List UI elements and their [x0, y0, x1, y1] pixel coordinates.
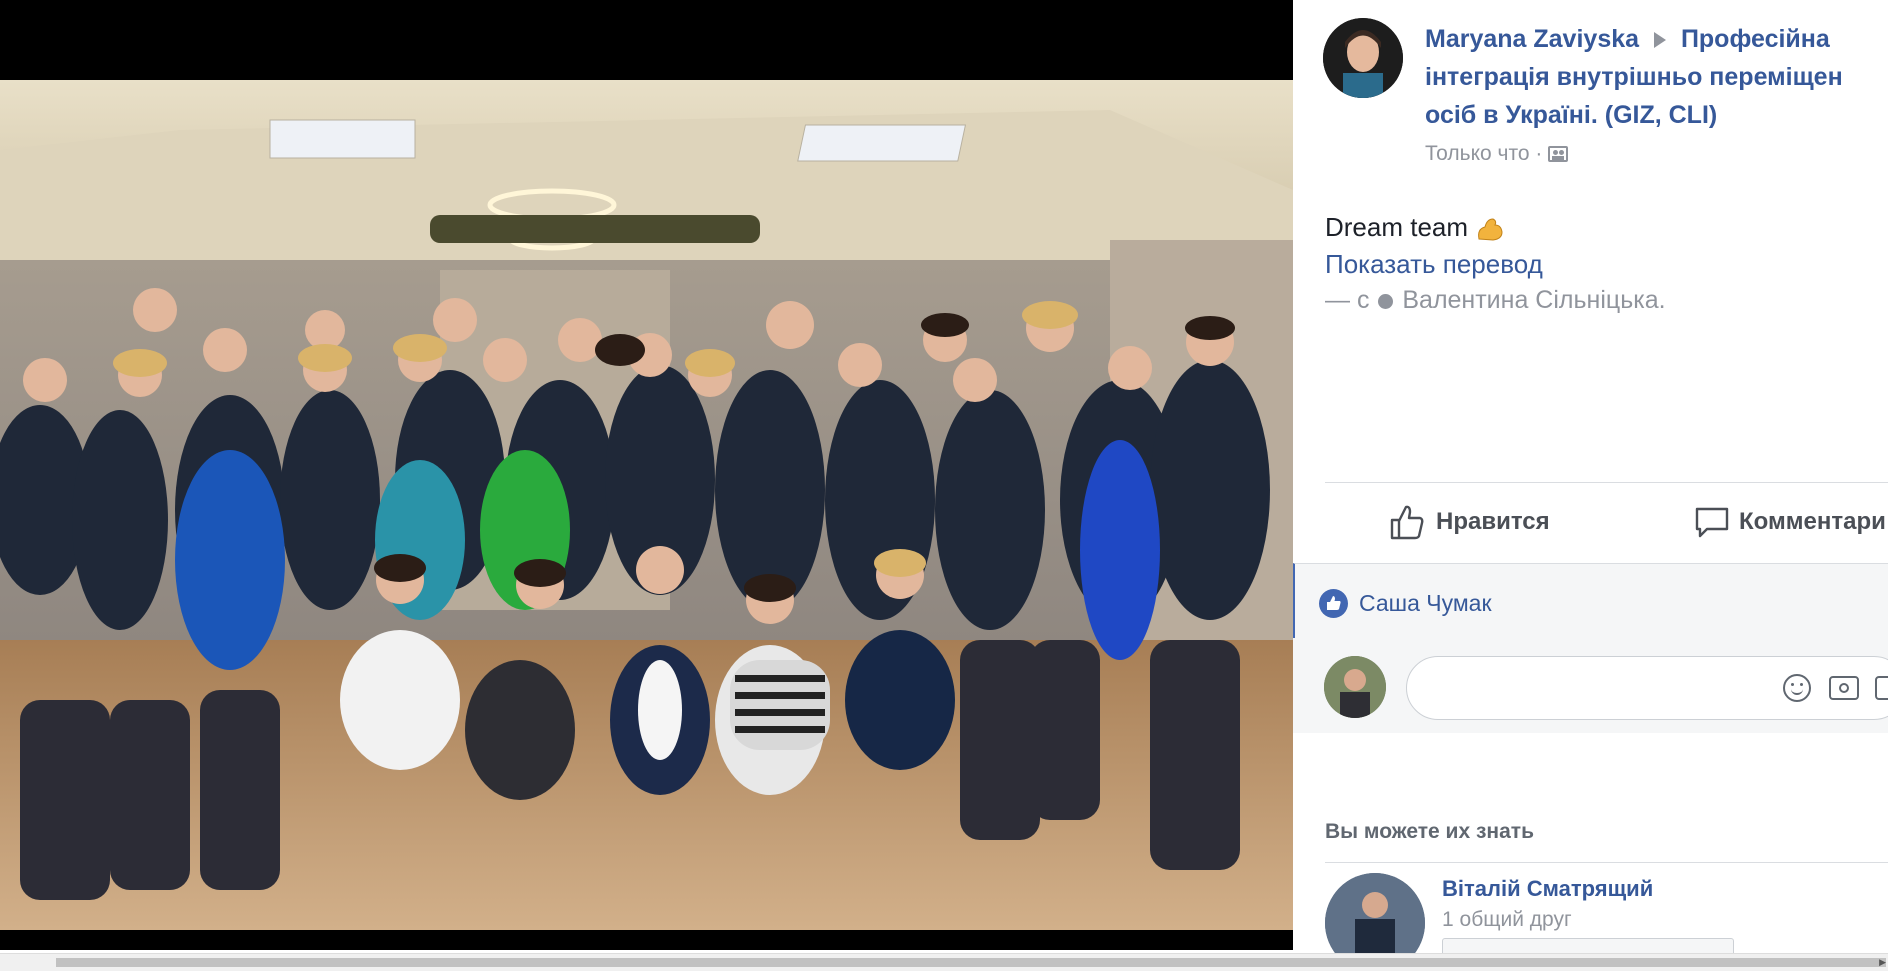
comment-area: [1293, 638, 1888, 733]
author-name-link[interactable]: Maryana Zaviyska: [1425, 25, 1639, 53]
gif-icon[interactable]: [1875, 676, 1888, 700]
show-translation-link[interactable]: Показать перевод: [1325, 249, 1543, 279]
author-avatar[interactable]: [1323, 18, 1403, 98]
comment-label: Комментари: [1739, 508, 1886, 535]
group-photo[interactable]: [0, 80, 1293, 930]
add-friend-button[interactable]: [1442, 938, 1734, 953]
divider: [1325, 482, 1888, 483]
comment-input[interactable]: [1406, 656, 1888, 720]
time-separator: ·: [1535, 142, 1543, 165]
tagged-person-link[interactable]: Валентина Сільніцька.: [1402, 286, 1665, 314]
liker-name-link[interactable]: Саша Чумак: [1359, 590, 1492, 617]
post-timestamp[interactable]: Только что: [1425, 142, 1530, 165]
like-label: Нравится: [1436, 508, 1550, 535]
like-reaction-icon: [1319, 589, 1348, 618]
comment-bubble-icon: [1695, 507, 1729, 538]
group-name-link[interactable]: Професійна: [1681, 25, 1830, 53]
horizontal-scrollbar[interactable]: ▶: [0, 953, 1888, 971]
reactions-bar: Саша Чумак: [1293, 563, 1888, 639]
post-sidebar: Maryana Zaviyska Професійна інтеграція в…: [1293, 0, 1888, 953]
right-triangle-icon: [1653, 32, 1666, 49]
flexed-biceps-icon: [1475, 215, 1505, 243]
suggestions-divider: [1325, 862, 1888, 863]
scroll-right-arrow-icon[interactable]: ▶: [1879, 957, 1886, 968]
comment-button[interactable]: Комментари: [1693, 503, 1886, 541]
tag-check-icon: [1378, 293, 1394, 309]
current-user-avatar[interactable]: [1324, 656, 1386, 718]
author-avatar-image: [1323, 18, 1403, 98]
scrollbar-thumb[interactable]: [56, 958, 1886, 967]
post-text: Dream team: [1325, 212, 1469, 242]
audience-icon[interactable]: [1548, 146, 1569, 163]
suggestions-title: Вы можете их знать: [1325, 820, 1534, 843]
group-name-link-line2[interactable]: інтеграція внутрішньо переміщен: [1425, 63, 1843, 91]
thumbs-up-icon: [1390, 505, 1424, 540]
like-button[interactable]: Нравится: [1388, 503, 1550, 541]
photo-viewer: [0, 0, 1293, 950]
suggested-person-avatar[interactable]: [1325, 873, 1425, 953]
group-photo-image: [0, 80, 1293, 930]
with-prefix: — с: [1325, 286, 1370, 314]
mutual-friends[interactable]: 1 общий друг: [1442, 908, 1572, 932]
smiley-icon[interactable]: [1783, 674, 1811, 702]
camera-icon[interactable]: [1829, 676, 1859, 700]
group-name-link-line3[interactable]: осіб в Україні. (GIZ, CLI): [1425, 101, 1717, 129]
suggested-person-name[interactable]: Віталій Сматрящий: [1442, 876, 1653, 902]
